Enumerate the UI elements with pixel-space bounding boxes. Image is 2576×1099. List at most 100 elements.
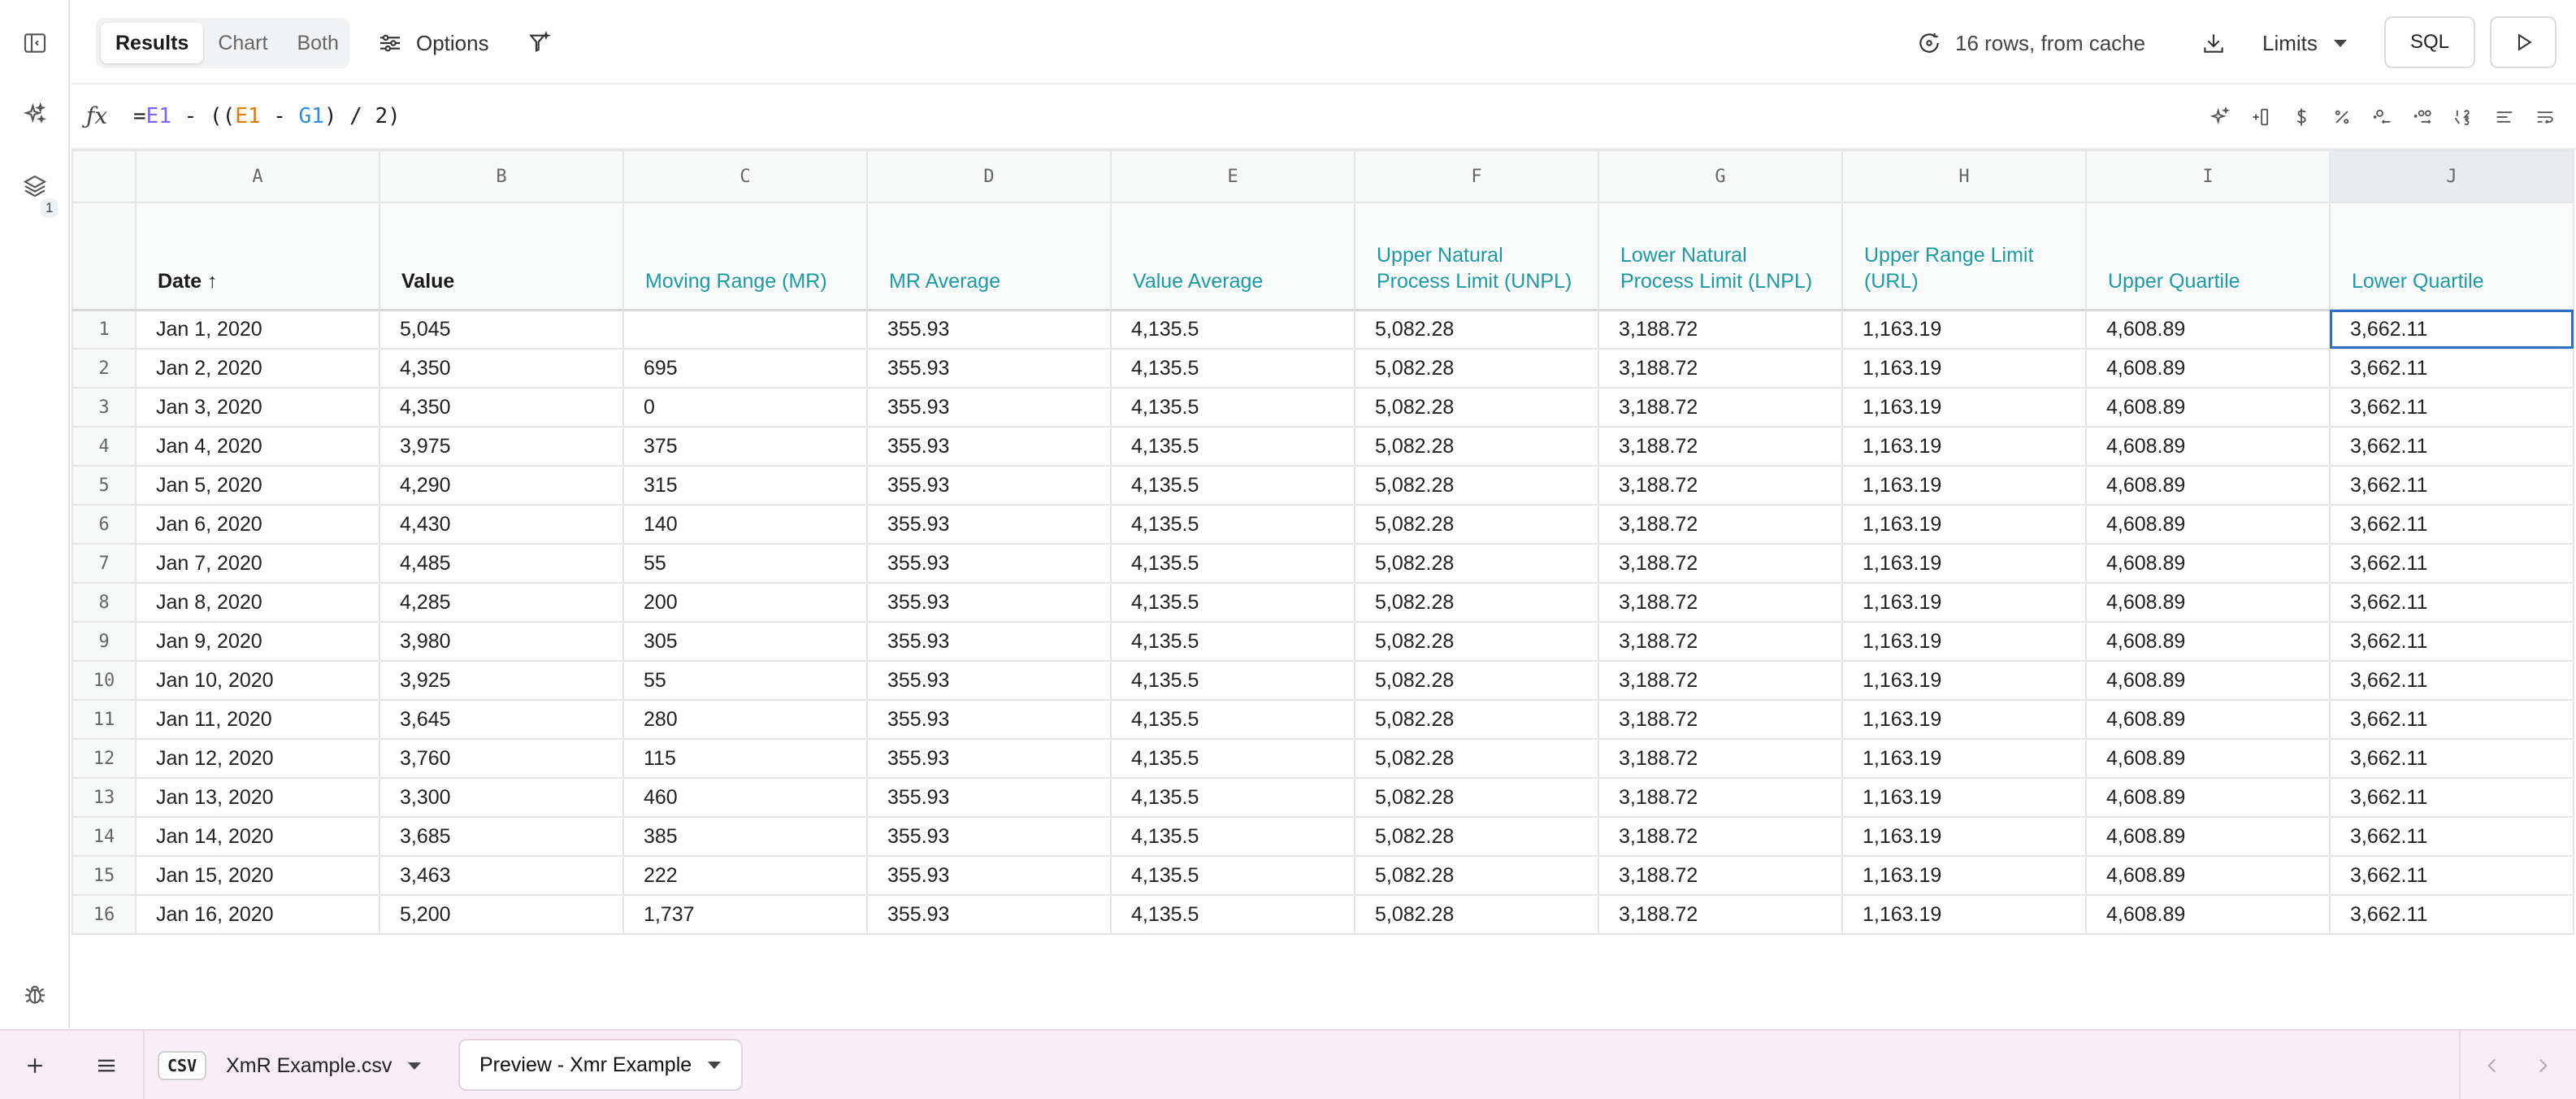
cell-moving-range[interactable]: 280	[622, 699, 868, 740]
currency-format-icon[interactable]	[2283, 99, 2319, 135]
cell-moving-range[interactable]: 1,737	[622, 894, 868, 935]
cell-lnpl[interactable]: 3,188.72	[1598, 660, 1843, 701]
cell-value-average[interactable]: 4,135.5	[1110, 816, 1355, 857]
cell-lnpl[interactable]: 3,188.72	[1598, 777, 1843, 818]
cell-value[interactable]: 3,645	[379, 699, 624, 740]
cell-lower-quartile[interactable]: 3,662.11	[2329, 816, 2574, 857]
ai-sparkle-icon[interactable]	[16, 96, 54, 133]
cell-value-average[interactable]: 4,135.5	[1110, 894, 1355, 935]
next-tab-button[interactable]	[2527, 1050, 2558, 1081]
column-letter[interactable]: J	[2329, 150, 2574, 203]
select-all-corner[interactable]	[72, 150, 137, 203]
cell-unpl[interactable]: 5,082.28	[1354, 777, 1599, 818]
column-letter[interactable]: A	[135, 150, 380, 203]
cell-mr-average[interactable]: 355.93	[866, 660, 1112, 701]
row-number[interactable]: 10	[72, 660, 137, 701]
cell-upper-quartile[interactable]: 4,608.89	[2085, 426, 2331, 467]
cell-lnpl[interactable]: 3,188.72	[1598, 621, 1843, 662]
cell-value[interactable]: 5,045	[379, 308, 624, 350]
cell-value[interactable]: 3,980	[379, 621, 624, 662]
formula-input[interactable]: =E1 - ((E1 - G1) / 2)	[133, 104, 401, 128]
cell-lnpl[interactable]: 3,188.72	[1598, 465, 1843, 506]
cell-moving-range[interactable]: 55	[622, 543, 868, 584]
cell-lower-quartile[interactable]: 3,662.11	[2329, 738, 2574, 779]
cell-date[interactable]: Jan 10, 2020	[135, 660, 380, 701]
cell-upper-quartile[interactable]: 4,608.89	[2085, 738, 2331, 779]
previous-tab-button[interactable]	[2477, 1050, 2508, 1081]
tab-results[interactable]: Results	[101, 23, 204, 63]
cell-url[interactable]: 1,163.19	[1841, 582, 2087, 623]
cell-lnpl[interactable]: 3,188.72	[1598, 543, 1843, 584]
cell-value-average[interactable]: 4,135.5	[1110, 855, 1355, 896]
row-number[interactable]: 3	[72, 387, 137, 428]
cell-lnpl[interactable]: 3,188.72	[1598, 348, 1843, 389]
cell-lower-quartile[interactable]: 3,662.11	[2329, 465, 2574, 506]
cell-mr-average[interactable]: 355.93	[866, 621, 1112, 662]
cell-lower-quartile[interactable]: 3,662.11	[2329, 660, 2574, 701]
cell-value[interactable]: 3,463	[379, 855, 624, 896]
cell-date[interactable]: Jan 9, 2020	[135, 621, 380, 662]
column-header-date[interactable]: Date ↑	[135, 202, 380, 311]
cell-upper-quartile[interactable]: 4,608.89	[2085, 543, 2331, 584]
cell-mr-average[interactable]: 355.93	[866, 582, 1112, 623]
cell-date[interactable]: Jan 12, 2020	[135, 738, 380, 779]
cell-upper-quartile[interactable]: 4,608.89	[2085, 504, 2331, 545]
cell-value-average[interactable]: 4,135.5	[1110, 465, 1355, 506]
cell-lower-quartile[interactable]: 3,662.11	[2329, 426, 2574, 467]
cell-unpl[interactable]: 5,082.28	[1354, 308, 1599, 350]
cell-value-average[interactable]: 4,135.5	[1110, 543, 1355, 584]
cell-url[interactable]: 1,163.19	[1841, 465, 2087, 506]
add-tab-button[interactable]	[18, 1049, 52, 1083]
cell-unpl[interactable]: 5,082.28	[1354, 582, 1599, 623]
cell-url[interactable]: 1,163.19	[1841, 426, 2087, 467]
cell-date[interactable]: Jan 6, 2020	[135, 504, 380, 545]
row-number[interactable]: 8	[72, 582, 137, 623]
cell-date[interactable]: Jan 2, 2020	[135, 348, 380, 389]
cell-mr-average[interactable]: 355.93	[866, 387, 1112, 428]
cell-value[interactable]: 3,975	[379, 426, 624, 467]
cell-moving-range[interactable]: 375	[622, 426, 868, 467]
chevron-down-icon[interactable]	[708, 1061, 722, 1069]
row-number[interactable]: 6	[72, 504, 137, 545]
cell-lnpl[interactable]: 3,188.72	[1598, 855, 1843, 896]
column-letter[interactable]: E	[1110, 150, 1355, 203]
cell-lower-quartile[interactable]: 3,662.11	[2329, 308, 2574, 350]
cell-value[interactable]: 4,350	[379, 348, 624, 389]
row-number[interactable]: 12	[72, 738, 137, 779]
cell-url[interactable]: 1,163.19	[1841, 777, 2087, 818]
limits-dropdown[interactable]: Limits	[2262, 18, 2347, 68]
row-number[interactable]: 5	[72, 465, 137, 506]
cell-value-average[interactable]: 4,135.5	[1110, 777, 1355, 818]
cell-mr-average[interactable]: 355.93	[866, 816, 1112, 857]
cell-url[interactable]: 1,163.19	[1841, 738, 2087, 779]
cell-value[interactable]: 3,760	[379, 738, 624, 779]
cell-url[interactable]: 1,163.19	[1841, 660, 2087, 701]
cell-moving-range[interactable]: 115	[622, 738, 868, 779]
increase-decimal-icon[interactable]	[2405, 99, 2441, 135]
insert-column-icon[interactable]	[2243, 99, 2279, 135]
row-number[interactable]: 16	[72, 894, 137, 935]
cell-mr-average[interactable]: 355.93	[866, 543, 1112, 584]
column-header-lower-quartile[interactable]: Lower Quartile	[2329, 202, 2574, 311]
cell-unpl[interactable]: 5,082.28	[1354, 465, 1599, 506]
cell-moving-range[interactable]: 140	[622, 504, 868, 545]
column-letter[interactable]: C	[622, 150, 868, 203]
run-button[interactable]	[2490, 16, 2556, 68]
cell-upper-quartile[interactable]: 4,608.89	[2085, 348, 2331, 389]
cell-value-average[interactable]: 4,135.5	[1110, 308, 1355, 350]
cell-mr-average[interactable]: 355.93	[866, 504, 1112, 545]
column-letter[interactable]: G	[1598, 150, 1843, 203]
row-number[interactable]: 15	[72, 855, 137, 896]
cell-date[interactable]: Jan 13, 2020	[135, 777, 380, 818]
cell-value[interactable]: 4,290	[379, 465, 624, 506]
cell-lnpl[interactable]: 3,188.72	[1598, 426, 1843, 467]
cell-date[interactable]: Jan 5, 2020	[135, 465, 380, 506]
cell-mr-average[interactable]: 355.93	[866, 738, 1112, 779]
cell-lnpl[interactable]: 3,188.72	[1598, 504, 1843, 545]
cell-lower-quartile[interactable]: 3,662.11	[2329, 621, 2574, 662]
cell-lower-quartile[interactable]: 3,662.11	[2329, 348, 2574, 389]
cell-mr-average[interactable]: 355.93	[866, 348, 1112, 389]
cell-mr-average[interactable]: 355.93	[866, 426, 1112, 467]
tab-chart[interactable]: Chart	[203, 23, 282, 63]
cell-lower-quartile[interactable]: 3,662.11	[2329, 543, 2574, 584]
